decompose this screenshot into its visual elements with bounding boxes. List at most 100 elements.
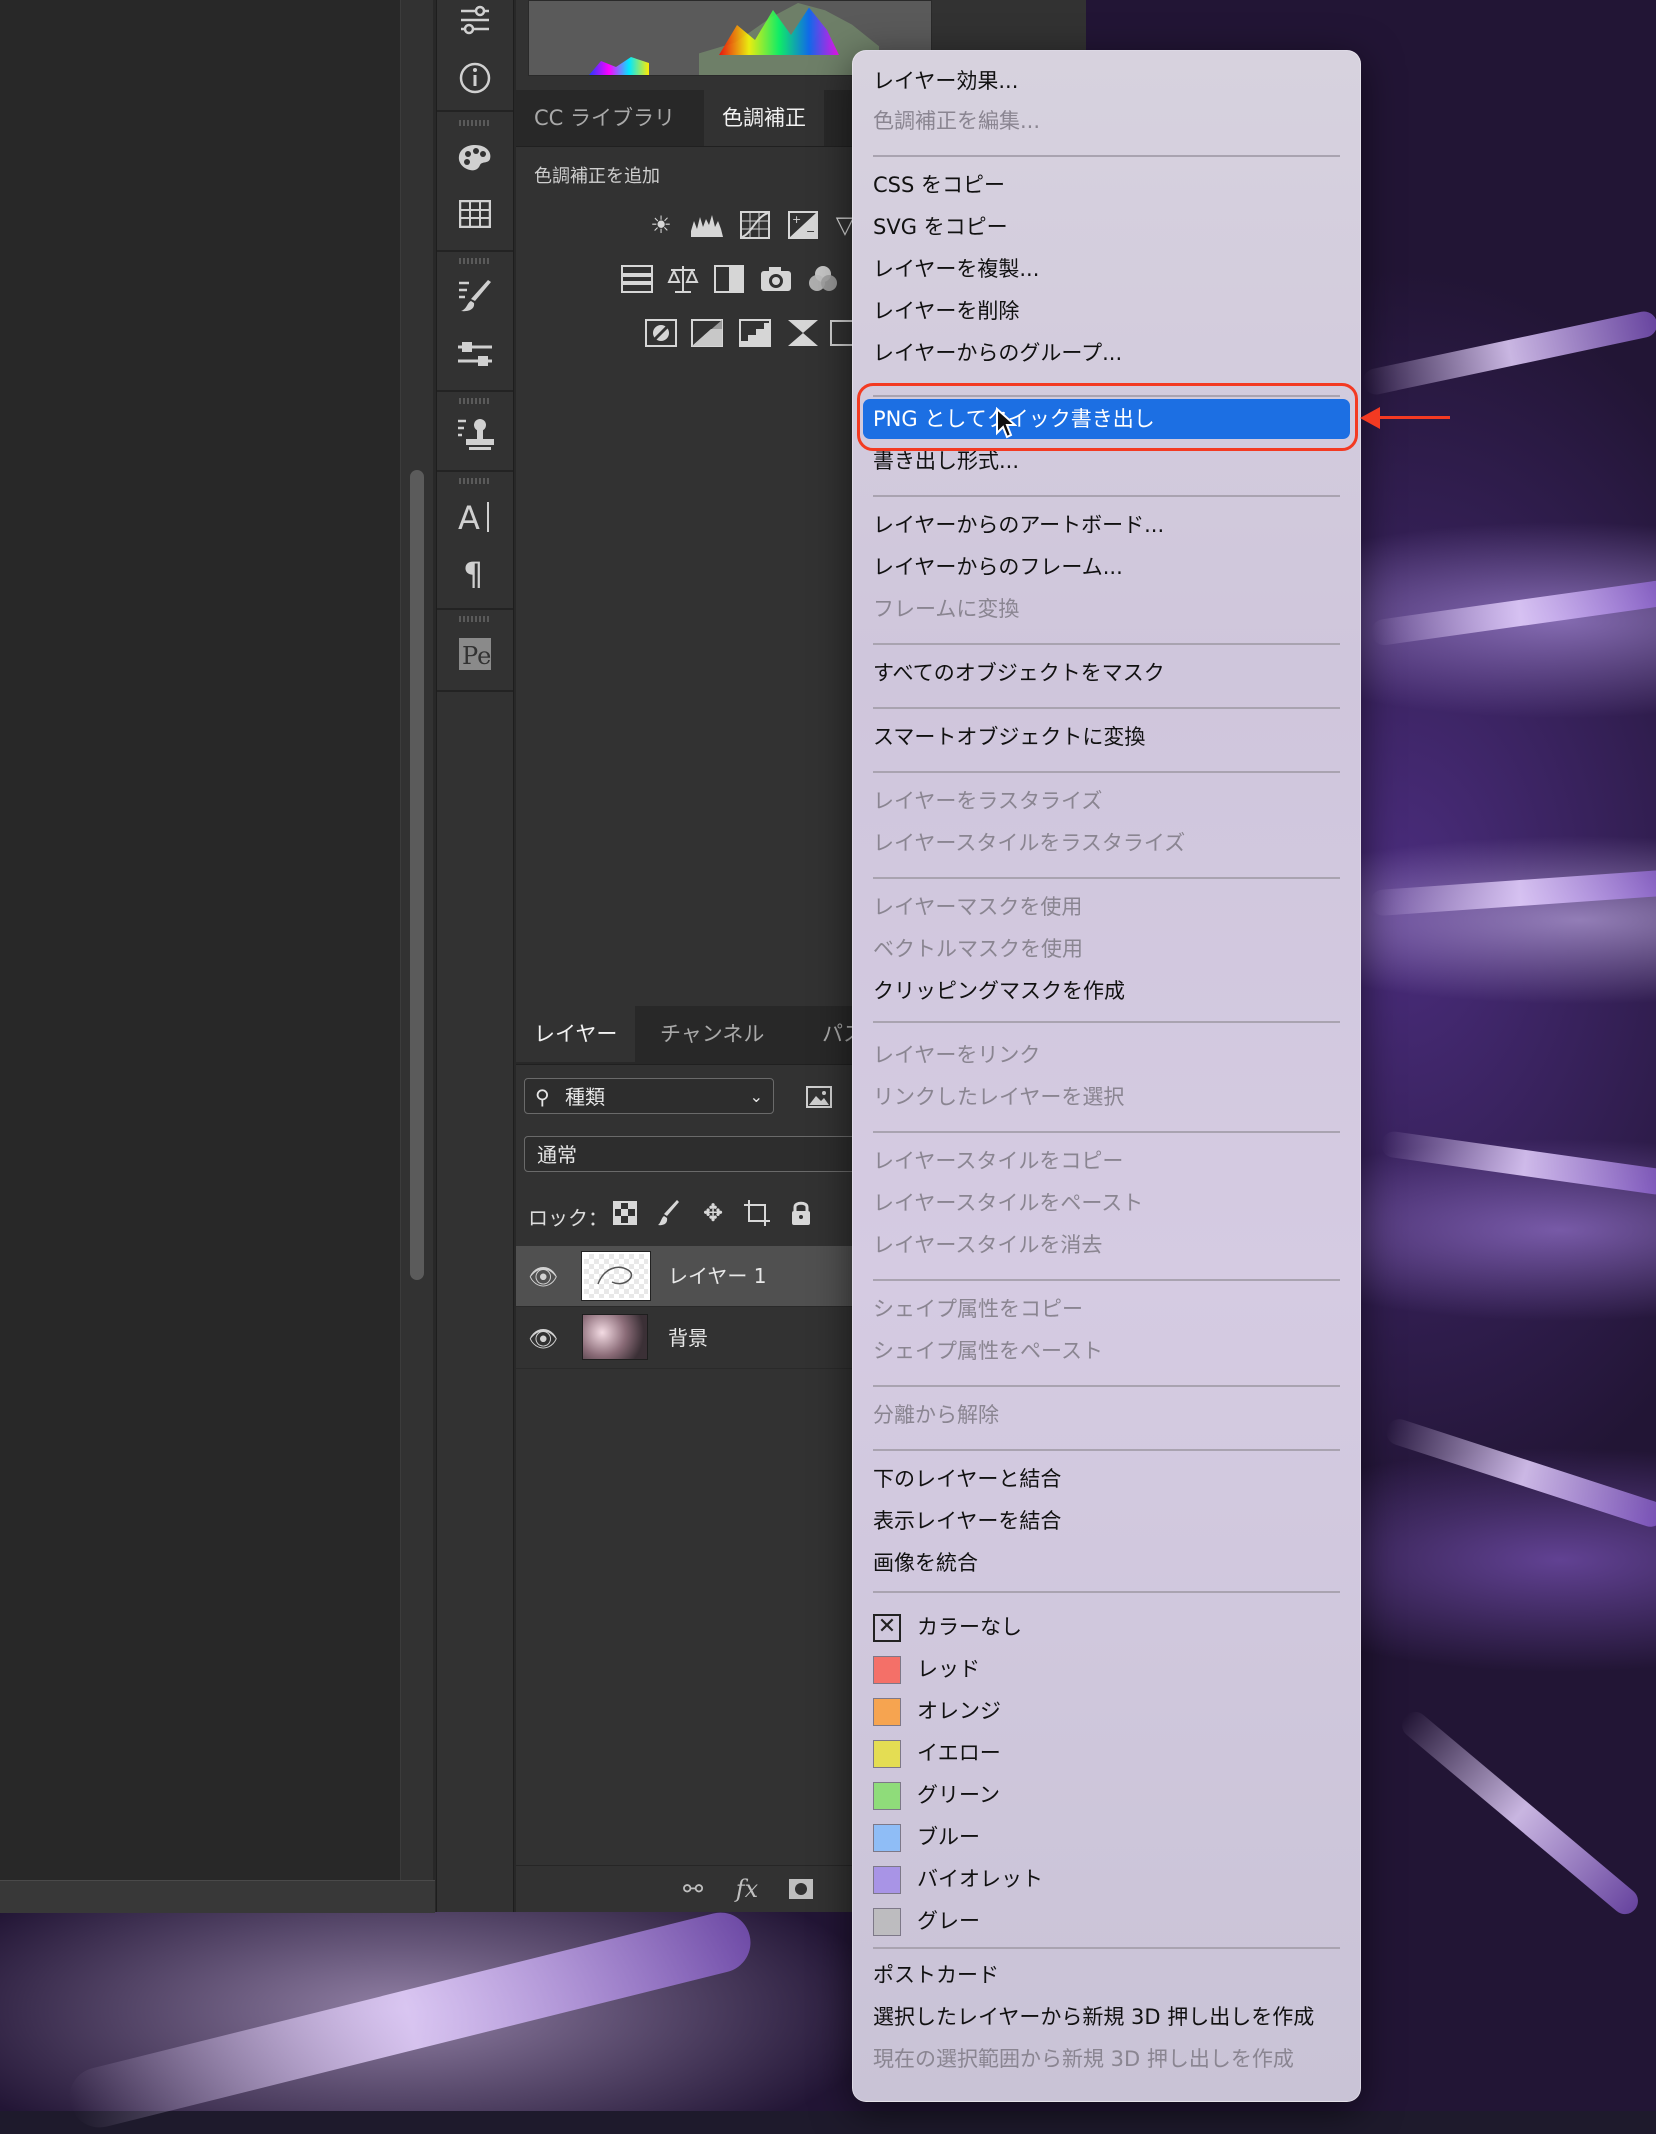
menu-item: リンクしたレイヤーを選択 [873, 1085, 1125, 1109]
fx-icon[interactable]: fx [730, 1872, 764, 1906]
menu-item[interactable]: クリッピングマスクを作成 [873, 977, 1125, 1005]
black-white-icon[interactable] [712, 262, 746, 296]
swatches-grid-icon[interactable] [455, 194, 495, 234]
lock-position-icon[interactable]: ✥ [698, 1198, 728, 1228]
menu-separator [873, 877, 1340, 879]
channel-mixer-icon[interactable] [806, 262, 840, 296]
menu-item[interactable]: 選択したレイヤーから新規 3D 押し出しを作成 [873, 2003, 1314, 2031]
layer-name[interactable]: 背景 [668, 1322, 708, 1351]
add-mask-icon[interactable] [784, 1872, 818, 1906]
selective-color-icon[interactable] [786, 316, 820, 350]
menu-color-item[interactable]: オレンジ [853, 1697, 1360, 1731]
menu-color-item[interactable]: レッド [853, 1655, 1360, 1689]
menu-item[interactable]: レイヤーからのグループ... [873, 339, 1122, 367]
menu-item: シェイプ属性をペースト [873, 1339, 1103, 1363]
layer-filter-dropdown[interactable]: ⚲ 種類 ⌄ [524, 1078, 774, 1114]
menu-item[interactable]: レイヤー効果... [873, 67, 1018, 95]
menu-color-item[interactable]: バイオレット [853, 1865, 1360, 1899]
brush-presets-icon[interactable] [455, 334, 495, 374]
brush-settings-icon[interactable] [455, 276, 495, 316]
menu-item[interactable]: 画像を統合 [873, 1549, 978, 1577]
lock-artboard-icon[interactable] [742, 1198, 772, 1228]
menu-item: レイヤーをラスタライズ [873, 789, 1103, 813]
canvas-area[interactable] [0, 0, 400, 1880]
tab-cc-libraries[interactable]: CC ライブラリ [516, 90, 693, 146]
paragraph-icon[interactable]: ¶ [455, 552, 495, 592]
no-color-icon: ✕ [873, 1614, 901, 1642]
levels-icon[interactable] [690, 208, 724, 242]
menu-color-item[interactable]: ✕ カラーなし [853, 1613, 1360, 1647]
menu-color-item[interactable]: グリーン [853, 1781, 1360, 1815]
color-palette-icon[interactable] [455, 138, 495, 178]
lock-image-pixels-icon[interactable] [654, 1198, 684, 1228]
tool-group-divider [437, 690, 513, 692]
color-label: ブルー [917, 1825, 980, 1849]
adjustments-sliders-icon[interactable] [455, 0, 495, 40]
brightness-contrast-icon[interactable]: ☀ [644, 208, 678, 242]
menu-item: フレームに変換 [873, 597, 1020, 621]
blend-mode-dropdown[interactable]: 通常 [524, 1136, 864, 1172]
layer-thumbnail [581, 1251, 651, 1301]
color-label: レッド [917, 1657, 980, 1681]
menu-item[interactable]: CSS をコピー [873, 171, 1005, 199]
wallpaper-stripe [1379, 1129, 1656, 1197]
menu-separator [873, 707, 1340, 709]
layer-name[interactable]: レイヤー 1 [668, 1260, 766, 1289]
color-swatch [873, 1824, 901, 1852]
menu-item[interactable]: レイヤーからのフレーム... [873, 553, 1123, 581]
menu-separator [873, 1021, 1340, 1023]
scrollbar-thumb[interactable] [410, 470, 424, 1280]
layer-thumbnail [582, 1314, 648, 1360]
eye-visibility-icon[interactable]: 👁 [528, 1326, 558, 1352]
color-swatch [873, 1782, 901, 1810]
link-layers-icon[interactable]: ⚯ [676, 1872, 710, 1906]
tool-grip [459, 478, 491, 484]
pixel-layer-filter-icon[interactable] [802, 1080, 836, 1114]
color-label: イエロー [917, 1741, 1001, 1765]
menu-item[interactable]: レイヤーを削除 [873, 297, 1019, 325]
svg-text:¶: ¶ [463, 555, 483, 589]
premiere-elements-icon[interactable]: Pe [455, 634, 495, 674]
menu-item[interactable]: レイヤーからのアートボード... [873, 511, 1164, 539]
lock-all-icon[interactable] [786, 1198, 816, 1228]
menu-item[interactable]: レイヤーを複製... [873, 255, 1039, 283]
menu-separator [873, 1279, 1340, 1281]
menu-separator [873, 1449, 1340, 1451]
menu-item: レイヤーをリンク [873, 1043, 1041, 1067]
curves-icon[interactable] [738, 208, 772, 242]
tool-group-divider [437, 390, 513, 392]
character-type-icon[interactable]: A [455, 496, 495, 536]
menu-item[interactable]: 書き出し形式... [873, 447, 1019, 475]
menu-color-item[interactable]: イエロー [853, 1739, 1360, 1773]
exposure-icon[interactable]: + − [786, 208, 820, 242]
tool-grip [459, 120, 491, 126]
menu-item[interactable]: すべてのオブジェクトをマスク [873, 659, 1165, 687]
blend-mode-value: 通常 [537, 1143, 577, 1167]
posterize-icon[interactable] [690, 316, 724, 350]
menu-separator [873, 1591, 1340, 1593]
color-balance-icon[interactable] [666, 262, 700, 296]
menu-item[interactable]: 下のレイヤーと結合 [873, 1465, 1061, 1493]
menu-color-item[interactable]: ブルー [853, 1823, 1360, 1857]
lock-transparent-pixels-icon[interactable] [610, 1198, 640, 1228]
vertical-scrollbar[interactable] [400, 0, 433, 1880]
tool-grip [459, 258, 491, 264]
menu-item[interactable]: 表示レイヤーを結合 [873, 1507, 1061, 1535]
tab-channels[interactable]: チャンネル [642, 1006, 782, 1062]
hue-saturation-icon[interactable] [620, 262, 654, 296]
info-icon[interactable] [455, 58, 495, 98]
color-label: グレー [917, 1909, 980, 1933]
tool-group-divider [437, 110, 513, 112]
photo-filter-icon[interactable] [760, 262, 794, 296]
eye-visibility-icon[interactable]: 👁 [528, 1264, 558, 1290]
canvas-status-bar [0, 1880, 435, 1913]
clone-source-icon[interactable] [455, 414, 495, 454]
tab-layers[interactable]: レイヤー [516, 1006, 636, 1062]
invert-icon[interactable] [644, 316, 678, 350]
menu-item[interactable]: ポストカード [873, 1961, 999, 1989]
menu-color-item[interactable]: グレー [853, 1907, 1360, 1941]
menu-item[interactable]: SVG をコピー [873, 213, 1008, 241]
menu-item[interactable]: スマートオブジェクトに変換 [873, 723, 1145, 751]
threshold-icon[interactable] [738, 316, 772, 350]
tab-adjustments[interactable]: 色調補正 [704, 90, 824, 146]
